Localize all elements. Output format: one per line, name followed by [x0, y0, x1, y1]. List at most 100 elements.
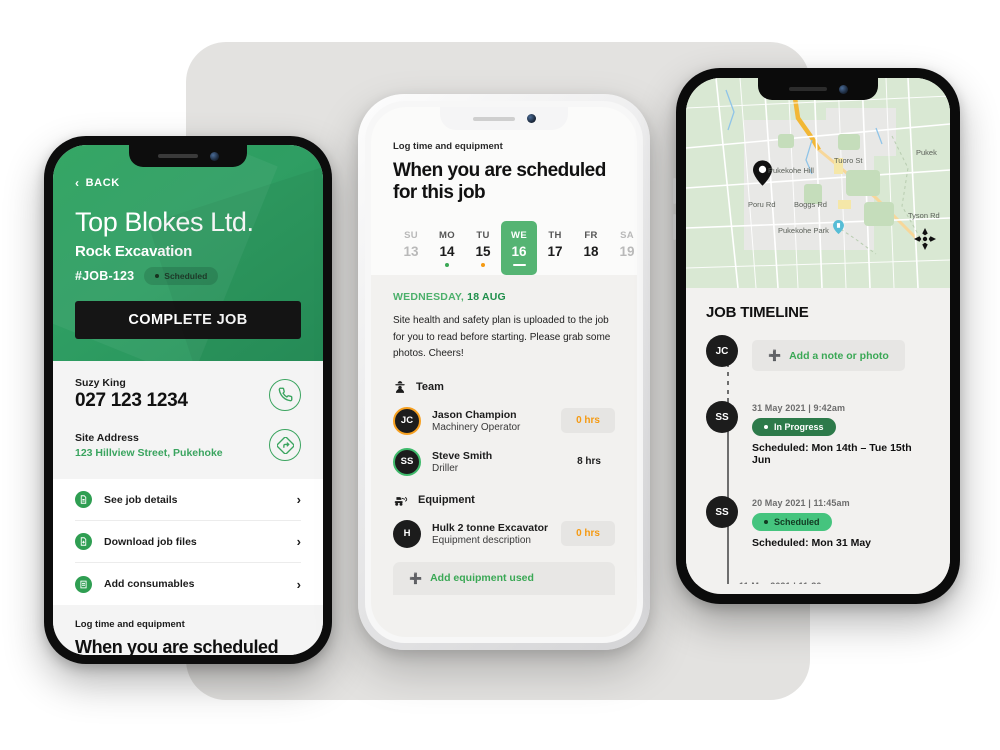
footer-title: When you are scheduled	[75, 637, 279, 655]
excavator-icon	[394, 496, 408, 506]
list-item-label: Download job files	[104, 535, 197, 548]
status-dot-icon	[155, 274, 160, 278]
date-cell-sa-19[interactable]: SA 19	[609, 221, 637, 275]
map-label: Pukekohe Park	[778, 226, 829, 235]
phone2-notch	[440, 107, 568, 130]
date-dow: SA	[620, 230, 634, 242]
timeline-entry[interactable]: SS 20 May 2021 | 11:45am Scheduled Sched…	[706, 496, 930, 549]
add-equipment-button[interactable]: ➕ Add equipment used	[393, 561, 615, 595]
date-dow: TU	[476, 230, 490, 242]
equipment-row[interactable]: H Hulk 2 tonne Excavator Equipment descr…	[393, 519, 615, 548]
directions-button[interactable]	[269, 429, 301, 461]
timeline-entry-content: 11 Mar 2021 | 11:30am Ready to schedule …	[739, 579, 930, 584]
map-graphics	[686, 78, 950, 288]
back-label: BACK	[85, 177, 120, 189]
date-cell-fr-18[interactable]: FR 18	[573, 221, 609, 275]
speaker-icon	[157, 154, 198, 158]
timeline-status-label: Scheduled	[774, 517, 820, 527]
list-item[interactable]: See job details ›	[75, 479, 301, 521]
schedule-header: Log time and equipment When you are sche…	[371, 107, 637, 276]
chevron-right-icon: ›	[296, 576, 301, 592]
team-member-name: Jason Champion	[432, 408, 517, 421]
date-dow: TH	[548, 230, 562, 242]
phone-row: Suzy King 027 123 1234	[75, 377, 301, 412]
timeline-title: JOB TIMELINE	[706, 304, 809, 321]
chevron-right-icon: ›	[296, 534, 301, 549]
add-equipment-label: Add equipment used	[430, 572, 534, 585]
equipment-name: Hulk 2 tonne Excavator	[432, 521, 549, 534]
phone-job-detail: ‹ BACK Top Blokes Ltd. Rock Excavation #…	[44, 136, 332, 664]
timeline-entry-content: 20 May 2021 | 11:45am Scheduled Schedule…	[752, 496, 930, 549]
team-label: Team	[416, 380, 444, 393]
phone-icon	[278, 387, 292, 402]
volume-down-button[interactable]	[673, 214, 676, 240]
status-label: Scheduled	[164, 271, 208, 281]
team-section-header: Team	[393, 380, 615, 394]
volume-up-button[interactable]	[673, 178, 676, 204]
complete-job-button[interactable]: COMPLETE JOB	[75, 301, 301, 339]
timeline-entry-content: 31 May 2021 | 9:42am In Progress Schedul…	[752, 401, 930, 466]
consumables-icon	[75, 575, 92, 593]
status-dot-icon	[764, 520, 768, 524]
directions-icon	[276, 436, 294, 454]
hours-pill[interactable]: 0 hrs	[561, 408, 615, 434]
timeline-status-label: In Progress	[774, 422, 824, 432]
date-number: 19	[619, 244, 635, 260]
speaker-icon	[472, 116, 515, 121]
equipment-label: Equipment	[418, 494, 475, 507]
phone2-bezel: Log time and equipment When you are sche…	[365, 101, 643, 643]
address-value: 123 Hillview Street, Pukehoke	[75, 446, 223, 459]
avatar: JC	[706, 335, 738, 367]
date-cell-su-13[interactable]: SU 13	[393, 221, 429, 275]
team-member-info: Steve Smith Driller	[432, 450, 566, 474]
team-member-info: Jason Champion Machinery Operator	[432, 409, 550, 433]
date-cell-th-17[interactable]: TH 17	[537, 221, 573, 275]
date-dow: WE	[511, 230, 527, 242]
team-member-row[interactable]: SS Steve Smith Driller 8 hrs	[393, 447, 615, 476]
list-item[interactable]: Download job files ›	[75, 521, 301, 563]
timeline-entry[interactable]: SS 31 May 2021 | 9:42am In Progress Sche…	[706, 401, 930, 466]
chevron-right-icon: ›	[296, 492, 301, 507]
date-dow: FR	[584, 230, 598, 242]
team-member-row[interactable]: JC Jason Champion Machinery Operator 0 h…	[393, 406, 615, 435]
status-dot-icon	[764, 425, 768, 429]
park-marker-icon	[833, 220, 844, 234]
equipment-section-header: Equipment	[393, 494, 615, 507]
phone3-screen: Pukekohe Hill Pukekohe Park Pukek Tuoro St P…	[686, 78, 950, 594]
avatar: SS	[706, 401, 738, 433]
job-location-map[interactable]: Pukekohe Hill Pukekohe Park Pukek Tuoro St P…	[686, 78, 950, 288]
date-strip[interactable]: SU13MO14TU15WE16TH17FR18SA19SU20	[393, 221, 635, 276]
availability-dot-icon	[481, 263, 485, 268]
status-badge: Scheduled	[144, 267, 219, 285]
date-dow: SU	[404, 230, 418, 242]
back-button[interactable]: ‹ BACK	[75, 177, 301, 189]
date-cell-tu-15[interactable]: TU 15	[465, 221, 501, 275]
company-name: Top Blokes Ltd.	[75, 207, 254, 237]
phone3-notch	[758, 78, 878, 100]
camera-icon	[209, 151, 219, 161]
timeline-entry[interactable]: 11 Mar 2021 | 11:30am Ready to schedule …	[706, 579, 930, 584]
team-member-role: Machinery Operator	[432, 421, 521, 433]
timeline-timestamp: 11 Mar 2021 | 11:30am	[739, 581, 930, 584]
list-item[interactable]: Add consumables ›	[75, 563, 301, 605]
equipment-info: Hulk 2 tonne Excavator Equipment descrip…	[432, 522, 550, 546]
map-label: Tuoro St	[834, 156, 863, 165]
contact-name: Suzy King	[75, 377, 126, 389]
call-button[interactable]	[269, 378, 301, 411]
date-number: 16	[511, 244, 527, 260]
date-number: 14	[439, 244, 455, 260]
mockup-stage: ‹ BACK Top Blokes Ltd. Rock Excavation #…	[0, 0, 1000, 750]
team-member-name: Steve Smith	[432, 449, 493, 462]
date-cell-mo-14[interactable]: MO 14	[429, 221, 465, 275]
address-row: Site Address 123 Hillview Street, Pukeho…	[75, 429, 301, 461]
date-cell-we-16[interactable]: WE 16	[501, 221, 537, 276]
add-note-or-photo-button[interactable]: ➕ Add a note or photo	[752, 340, 905, 371]
job-header: ‹ BACK Top Blokes Ltd. Rock Excavation #…	[53, 145, 323, 361]
map-recenter-control[interactable]	[914, 228, 936, 250]
map-label: Poru Rd	[748, 200, 776, 209]
timeline-status-badge: Scheduled	[752, 513, 832, 531]
hours-pill[interactable]: 0 hrs	[561, 521, 615, 547]
